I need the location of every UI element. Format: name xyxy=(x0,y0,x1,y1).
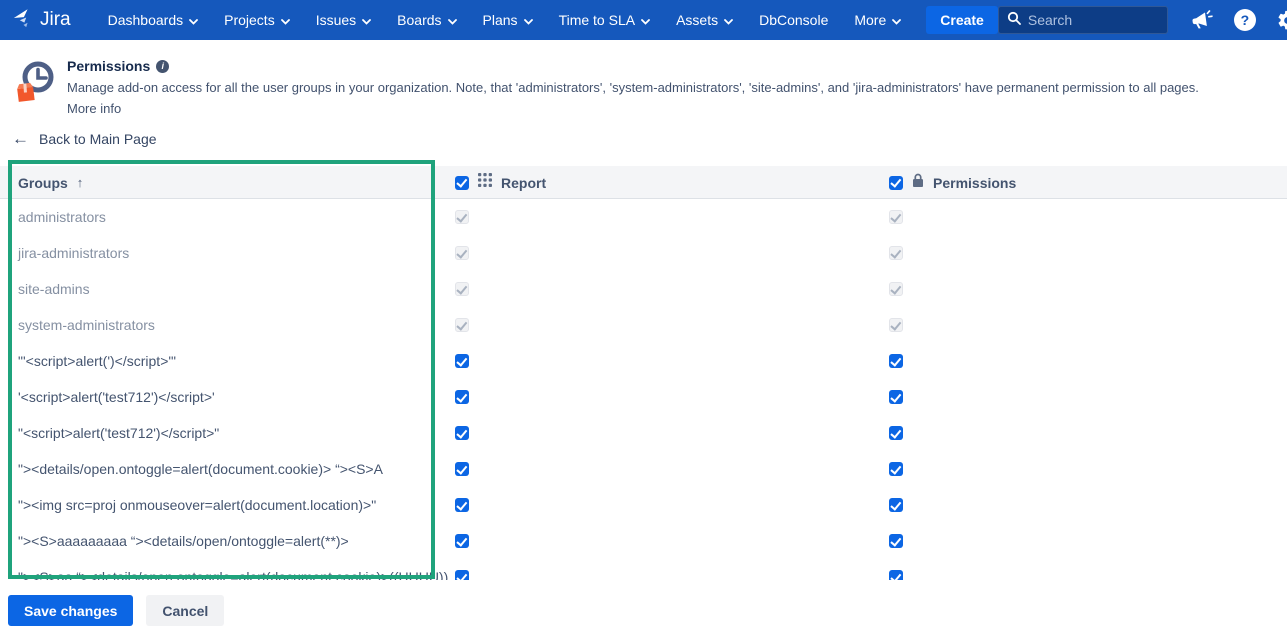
report-checkbox xyxy=(455,246,469,260)
report-checkbox[interactable] xyxy=(455,534,469,548)
create-button[interactable]: Create xyxy=(926,6,998,34)
chevron-down-icon xyxy=(641,12,650,28)
report-checkbox[interactable] xyxy=(455,426,469,440)
nav-item-issues[interactable]: Issues xyxy=(303,0,384,40)
groups-header-label: Groups xyxy=(18,174,68,191)
nav-menu: Dashboards Projects Issues Boards Plans … xyxy=(95,0,915,40)
jira-logo-icon xyxy=(12,7,34,34)
permissions-checkbox[interactable] xyxy=(889,570,903,580)
group-name: jira-administrators xyxy=(18,245,130,261)
nav-item-dbconsole[interactable]: DbConsole xyxy=(746,0,841,40)
table-row: system-administrators xyxy=(0,307,1287,343)
permissions-checkbox[interactable] xyxy=(889,498,903,512)
report-checkbox[interactable] xyxy=(455,354,469,368)
group-name: "><S>aa “><details/open.ontoggle=alert(d… xyxy=(18,569,449,580)
search-box xyxy=(997,6,1209,34)
nav-item-projects[interactable]: Projects xyxy=(211,0,303,40)
save-changes-button[interactable]: Save changes xyxy=(8,595,134,626)
chevron-down-icon xyxy=(447,12,457,28)
table-body: administrators jira-administrators site-… xyxy=(0,199,1287,580)
permissions-checkbox xyxy=(889,210,903,224)
jira-logo-text: Jira xyxy=(40,9,71,30)
nav-item-plans[interactable]: Plans xyxy=(470,0,546,40)
group-name: administrators xyxy=(18,209,106,225)
group-name: "'<script>alert(')</script>'" xyxy=(18,353,177,369)
group-name: site-admins xyxy=(18,281,90,297)
table-row: site-admins xyxy=(0,271,1287,307)
report-checkbox xyxy=(455,210,469,224)
back-link-label: Back to Main Page xyxy=(39,130,157,147)
permissions-column-header: Permissions xyxy=(889,166,1016,199)
back-to-main-page-link[interactable]: ← Back to Main Page xyxy=(12,130,157,147)
nav-item-dashboards[interactable]: Dashboards xyxy=(95,0,212,40)
footer-actions: Save changes Cancel xyxy=(8,595,225,626)
permissions-checkbox[interactable] xyxy=(889,534,903,548)
permissions-checkbox xyxy=(889,246,903,260)
nav-item-time-to-sla[interactable]: Time to SLA xyxy=(546,0,664,40)
more-info-link[interactable]: More info xyxy=(67,101,121,116)
report-checkbox xyxy=(455,282,469,296)
groups-column-header[interactable]: Groups ↑ xyxy=(18,166,83,199)
permissions-checkbox xyxy=(889,318,903,332)
report-header-label: Report xyxy=(501,174,547,191)
info-icon[interactable]: i xyxy=(156,59,170,73)
app-header: Permissions i Manage add-on access for a… xyxy=(10,55,1287,116)
report-checkbox[interactable] xyxy=(455,498,469,512)
table-header: Groups ↑ Report Permissions xyxy=(0,166,1287,199)
permissions-checkbox[interactable] xyxy=(889,390,903,404)
lock-icon xyxy=(912,173,924,193)
report-checkbox[interactable] xyxy=(455,390,469,404)
chevron-down-icon xyxy=(892,12,902,28)
group-name: '<script>alert('test712')</script>' xyxy=(18,389,215,405)
table-row: "><S>aaaaaaaaa “><details/open/ontoggle=… xyxy=(0,523,1287,559)
table-row: "'<script>alert(')</script>'" xyxy=(0,343,1287,379)
permissions-checkbox[interactable] xyxy=(889,462,903,476)
table-row: "<script>alert('test712')</script>" xyxy=(0,415,1287,451)
settings-gear-icon[interactable] xyxy=(1276,8,1287,32)
page-description: Manage add-on access for all the user gr… xyxy=(67,80,1199,95)
nav-item-assets[interactable]: Assets xyxy=(663,0,746,40)
permissions-checkbox xyxy=(889,282,903,296)
chevron-down-icon xyxy=(523,12,533,28)
group-name: "<script>alert('test712')</script>" xyxy=(18,425,220,441)
cancel-button[interactable]: Cancel xyxy=(146,595,225,626)
chevron-down-icon xyxy=(280,12,290,28)
permissions-header-label: Permissions xyxy=(933,174,1017,191)
report-checkbox[interactable] xyxy=(455,462,469,476)
sort-ascending-icon: ↑ xyxy=(76,175,84,190)
permissions-select-all-checkbox[interactable] xyxy=(889,175,903,190)
help-icon[interactable]: ? xyxy=(1233,8,1257,32)
chevron-down-icon xyxy=(362,12,372,28)
time-to-sla-app-icon xyxy=(10,57,60,107)
nav-icons: ? xyxy=(1190,8,1287,32)
table-row: '<script>alert('test712')</script>' xyxy=(0,379,1287,415)
chevron-down-icon xyxy=(724,12,733,28)
search-icon xyxy=(1007,11,1021,30)
group-name: system-administrators xyxy=(18,317,155,333)
report-select-all-checkbox[interactable] xyxy=(455,175,469,190)
report-column-header: Report xyxy=(455,166,546,199)
table-row: "><img src=proj onmouseover=alert(docume… xyxy=(0,487,1287,523)
permissions-checkbox[interactable] xyxy=(889,426,903,440)
search-input[interactable] xyxy=(1027,12,1209,28)
top-nav: Jira Dashboards Projects Issues Boards P… xyxy=(0,0,1287,40)
page-title: Permissions xyxy=(67,58,151,74)
group-name: "><img src=proj onmouseover=alert(docume… xyxy=(18,497,377,513)
announcement-icon[interactable] xyxy=(1190,8,1214,32)
table-row: "><details/open.ontoggle=alert(document.… xyxy=(0,451,1287,487)
chevron-down-icon xyxy=(189,12,199,28)
permissions-checkbox[interactable] xyxy=(889,354,903,368)
table-row: jira-administrators xyxy=(0,235,1287,271)
report-checkbox[interactable] xyxy=(455,570,469,580)
table-row: administrators xyxy=(0,199,1287,235)
group-name: "><details/open.ontoggle=alert(document.… xyxy=(18,461,383,477)
table-row: "><S>aa “><details/open.ontoggle=alert(d… xyxy=(0,559,1287,580)
report-checkbox xyxy=(455,318,469,332)
nav-item-more[interactable]: More xyxy=(841,0,914,40)
jira-logo[interactable]: Jira xyxy=(12,7,71,34)
back-arrow-icon: ← xyxy=(12,129,29,148)
group-name: "><S>aaaaaaaaa “><details/open/ontoggle=… xyxy=(18,533,349,549)
nav-item-boards[interactable]: Boards xyxy=(384,0,469,40)
grid-icon xyxy=(478,173,492,192)
